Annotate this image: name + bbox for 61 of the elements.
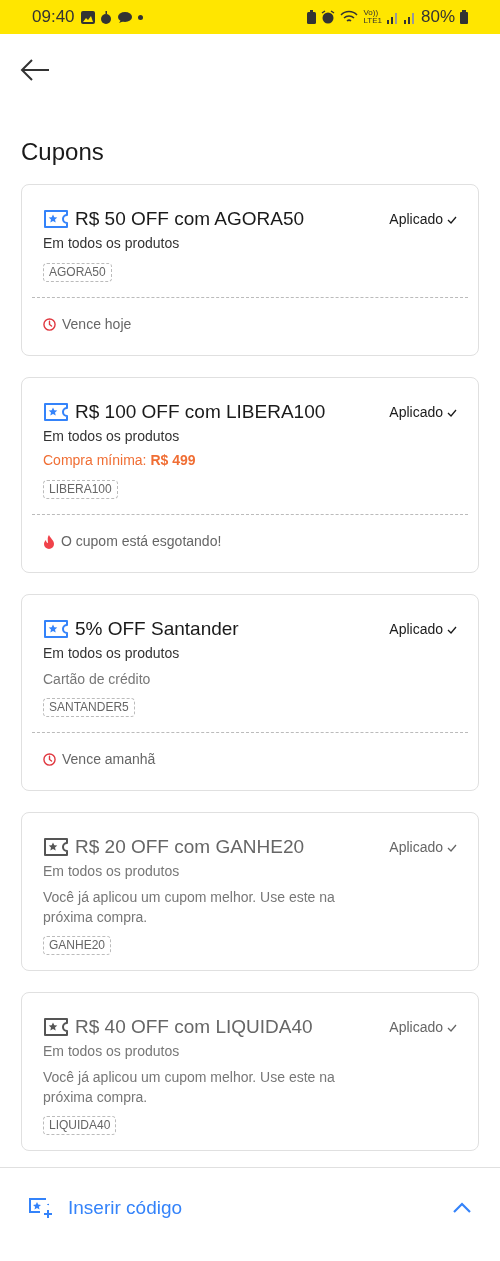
coupon-code: LIQUIDA40	[43, 1116, 117, 1135]
battery-percent: 80%	[420, 6, 455, 29]
coupon-footer-text: O cupom está esgotando!	[61, 532, 222, 551]
ticket-star-icon	[43, 209, 69, 229]
battery-icon	[460, 10, 468, 24]
flame-icon	[43, 534, 55, 549]
ticket-star-icon	[43, 837, 69, 857]
coupon-card[interactable]: R$ 100 OFF com LIBERA100 Aplicado Em todos os produtos Compra mínima: R$ 499 LIBERA100 O cupom está esgotando!	[21, 377, 479, 573]
back-arrow-icon[interactable]	[20, 58, 50, 82]
volte-label: Vo))	[363, 9, 379, 17]
coupon-scope: Em todos os produtos	[43, 1042, 181, 1061]
ticket-add-icon	[28, 1197, 54, 1220]
coupon-note: Você já aplicou um cupom melhor. Use este na próxima compra.	[43, 1068, 336, 1107]
coupon-code: GANHE20	[43, 936, 112, 955]
coupon-scope: Em todos os produtos	[43, 234, 181, 253]
coupon-title: 5% OFF Santander	[75, 617, 239, 641]
ticket-star-icon	[43, 402, 69, 422]
lte-label: LTE1	[363, 17, 382, 25]
coupon-note: Você já aplicou um cupom melhor. Use este na próxima compra.	[43, 888, 336, 927]
coupon-note: Cartão de crédito	[43, 670, 152, 689]
page-title: Cupons	[20, 137, 105, 167]
minimum-label: Compra mínima:	[43, 451, 147, 470]
check-icon	[447, 1023, 457, 1032]
coupon-scope: Em todos os produtos	[43, 644, 181, 663]
battery-saver-icon	[307, 10, 317, 24]
status-label: Aplicado	[389, 1018, 443, 1037]
coupon-footer-text: Vence hoje	[62, 315, 132, 334]
wifi-icon	[340, 10, 359, 24]
clock-icon	[43, 318, 56, 331]
coupon-code: AGORA50	[43, 263, 112, 282]
clock-icon	[43, 753, 56, 766]
ticket-star-icon	[43, 1017, 69, 1037]
coupon-footer-text: Vence amanhã	[62, 750, 156, 769]
signal-icon	[386, 10, 399, 24]
insert-code-button[interactable]: Inserir código	[0, 1168, 500, 1223]
ticket-star-icon	[43, 619, 69, 639]
image-icon	[80, 10, 95, 24]
signal-icon	[403, 10, 416, 24]
check-icon	[447, 625, 457, 634]
status-label: Aplicado	[389, 838, 443, 857]
check-icon	[447, 408, 457, 417]
chat-icon	[116, 10, 132, 24]
coupon-scope: Em todos os produtos	[43, 427, 181, 446]
status-label: Aplicado	[389, 620, 443, 639]
coupon-code: SANTANDER5	[43, 698, 135, 717]
status-label: Aplicado	[389, 403, 443, 422]
coupon-title: R$ 100 OFF com LIBERA100	[75, 400, 326, 424]
coupon-title: R$ 40 OFF com LIQUIDA40	[75, 1015, 313, 1039]
coupon-scope: Em todos os produtos	[43, 862, 181, 881]
status-label: Aplicado	[389, 210, 443, 229]
alarm-icon	[321, 10, 336, 24]
minimum-value: R$ 499	[150, 451, 196, 470]
check-icon	[447, 215, 457, 224]
coupon-title: R$ 50 OFF com AGORA50	[75, 207, 305, 231]
dot-icon	[137, 14, 143, 20]
status-time: 09:40	[32, 6, 75, 29]
coupon-code: LIBERA100	[43, 480, 118, 499]
coupon-card[interactable]: R$ 50 OFF com AGORA50 Aplicado Em todos os produtos AGORA50 Vence hoje	[21, 184, 479, 356]
coupon-card[interactable]: 5% OFF Santander Aplicado Em todos os produtos Cartão de crédito SANTANDER5 Vence amanhã	[21, 594, 479, 791]
coupon-title: R$ 20 OFF com GANHE20	[75, 835, 305, 859]
check-icon	[447, 843, 457, 852]
